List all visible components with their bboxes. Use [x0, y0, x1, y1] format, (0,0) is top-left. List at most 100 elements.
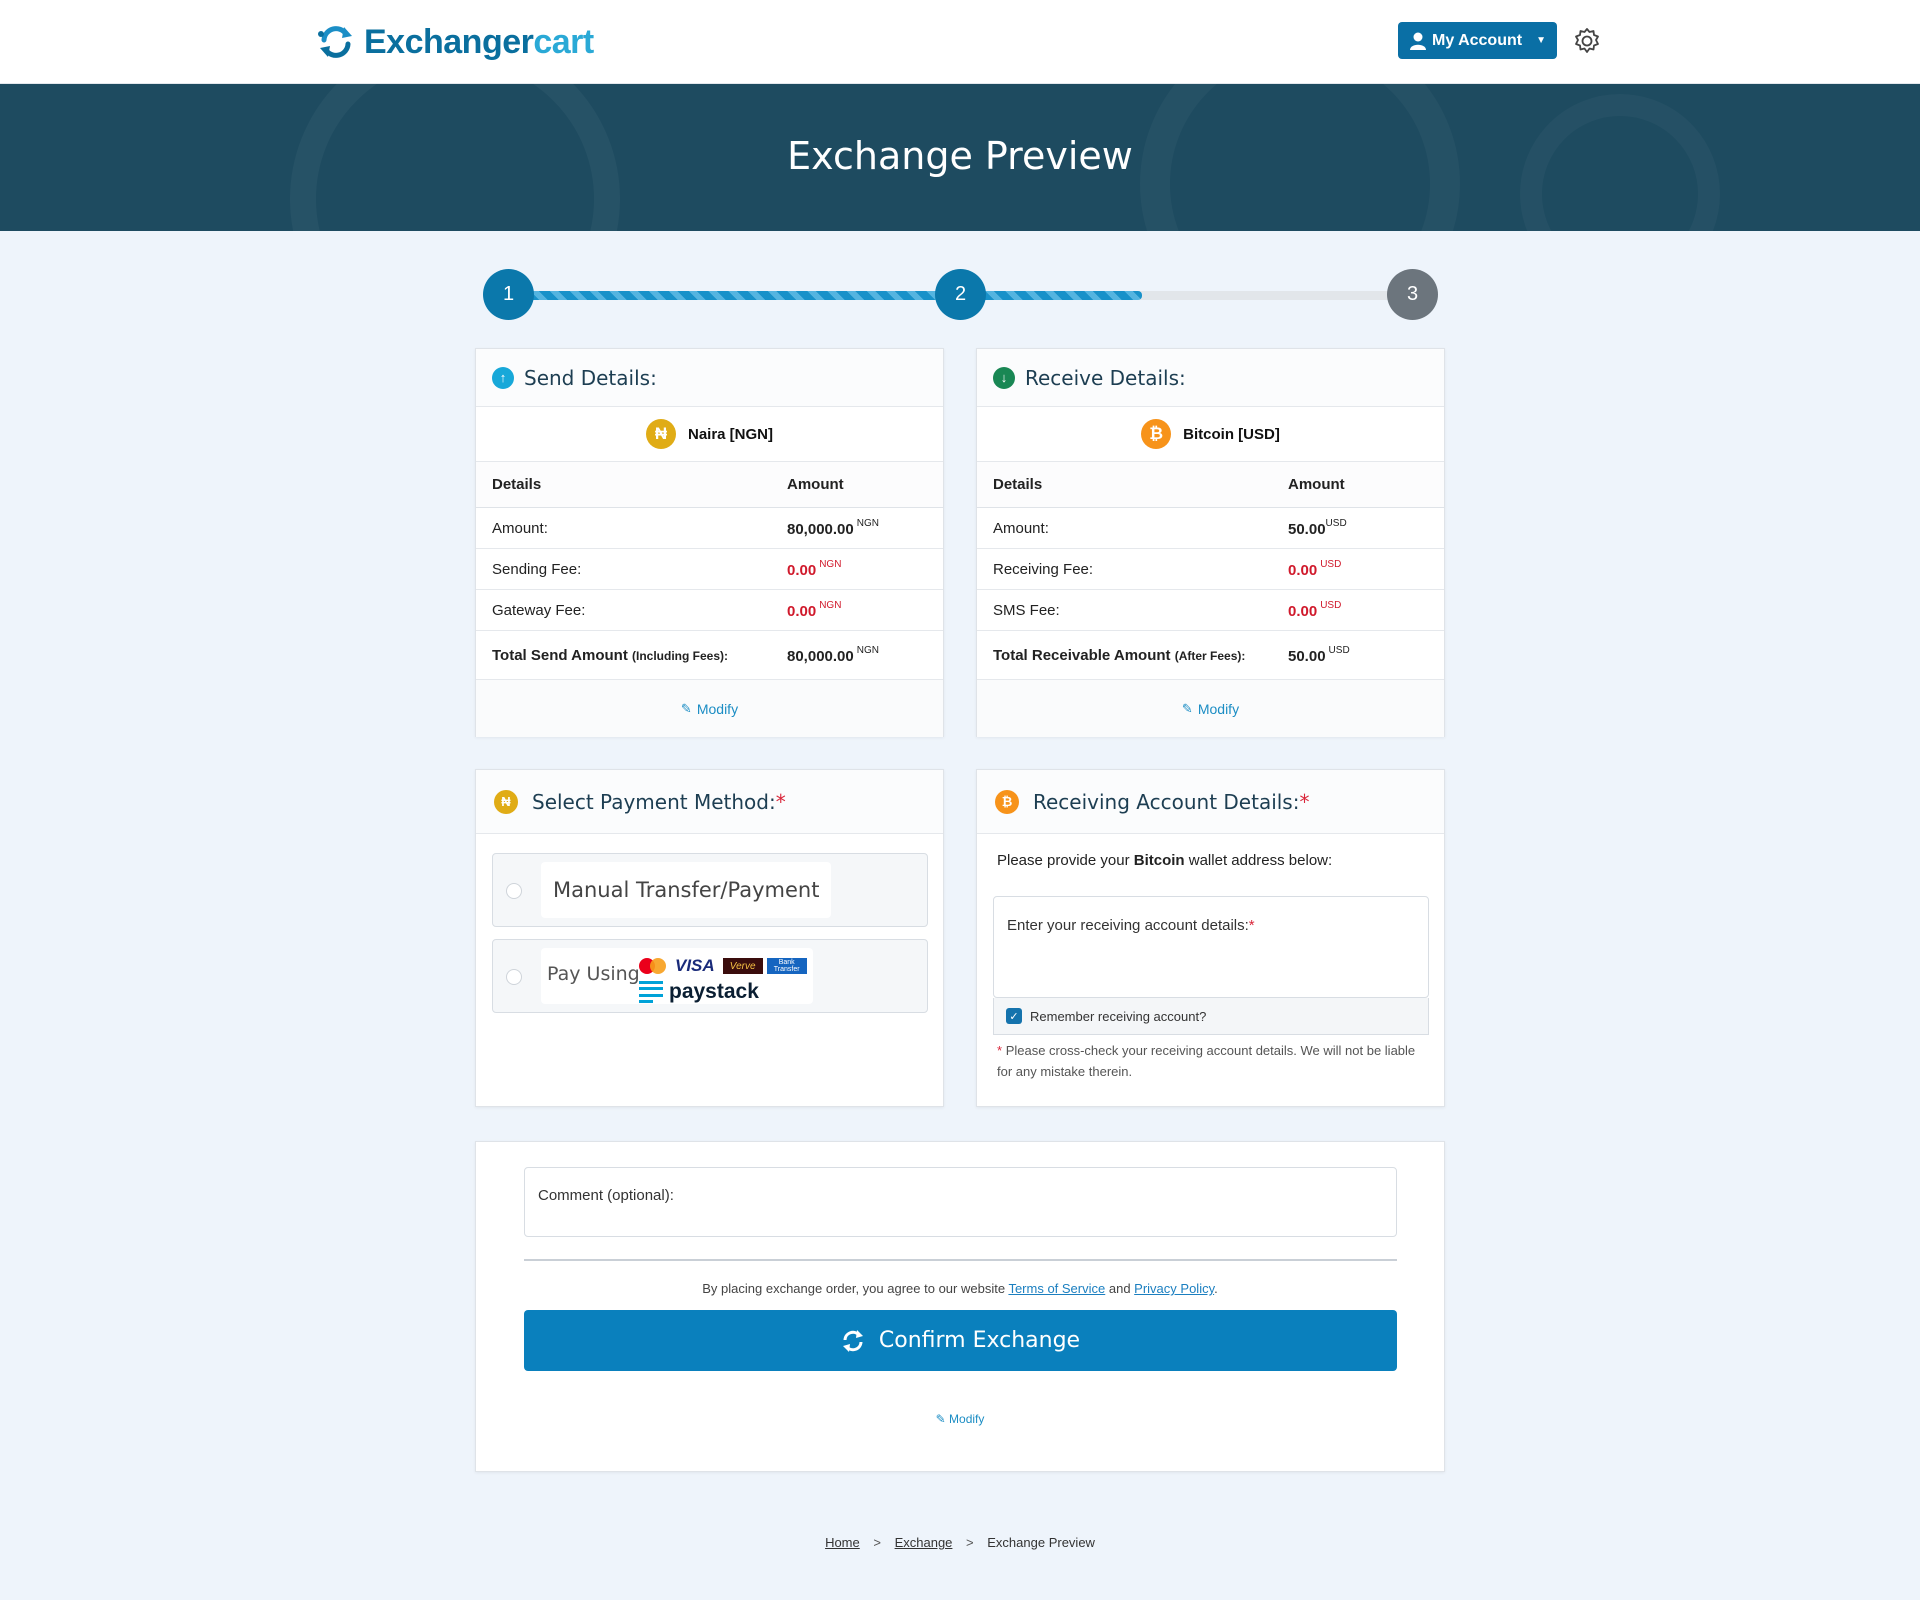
comment-textarea[interactable]: Comment (optional):	[524, 1167, 1397, 1237]
payment-option-manual[interactable]: Manual Transfer/Payment	[492, 853, 928, 927]
my-account-button[interactable]: My Account ▼	[1398, 22, 1557, 59]
total-row: Total Send Amount (Including Fees): 80,0…	[476, 631, 943, 680]
row-value: 80,000.00 NGN	[787, 518, 879, 538]
receive-details-card: ↓ Receive Details: ₿ Bitcoin [USD] Detai…	[976, 348, 1445, 737]
row-label: Amount:	[993, 519, 1049, 537]
page-banner: Exchange Preview	[0, 84, 1920, 231]
receiving-account-textarea[interactable]: Enter your receiving account details:*	[993, 896, 1429, 998]
modify-label: Modify	[949, 1412, 985, 1426]
bitcoin-coin-icon: ₿	[1141, 419, 1172, 449]
confirm-exchange-button[interactable]: Confirm Exchange	[524, 1310, 1397, 1371]
bitcoin-coin-icon: ₿	[995, 789, 1019, 814]
col-details: Details	[492, 476, 542, 493]
edit-icon: ✎	[680, 700, 692, 716]
send-details-card: ↑ Send Details: ₦ Naira [NGN] Details Am…	[475, 348, 944, 737]
terms-of-service-link[interactable]: Terms of Service	[1008, 1281, 1105, 1296]
manual-option-label: Manual Transfer/Payment	[541, 862, 832, 918]
modify-label: Modify	[1197, 700, 1240, 717]
naira-coin-icon: ₦	[645, 419, 676, 449]
col-amount: Amount	[787, 476, 844, 493]
table-row: Amount: 80,000.00 NGN	[476, 508, 943, 549]
send-modify-link[interactable]: ✎ Modify	[476, 680, 943, 737]
bottom-modify-link[interactable]: ✎ Modify	[476, 1412, 1444, 1426]
receiving-account-title: Receiving Account Details:*	[1033, 789, 1310, 814]
paystack-logo: paystack	[639, 980, 759, 1004]
confirm-card: Comment (optional): By placing exchange …	[475, 1141, 1445, 1472]
page-title: Exchange Preview	[787, 134, 1133, 178]
gear-icon[interactable]	[1573, 27, 1601, 55]
receiving-account-label: Enter your receiving account details:*	[1007, 917, 1255, 934]
breadcrumb-home[interactable]: Home	[825, 1535, 860, 1550]
top-navbar: Exchangercart My Account ▼	[0, 0, 1920, 84]
remember-account-row: ✓ Remember receiving account?	[993, 998, 1429, 1035]
table-row: Gateway Fee: 0.00 NGN	[476, 590, 943, 631]
progress-fill	[508, 291, 1142, 300]
row-value: 0.00 USD	[1288, 559, 1342, 579]
naira-coin-icon: ₦	[494, 789, 518, 814]
paystack-text: paystack	[669, 980, 759, 1003]
send-currency-name: Naira [NGN]	[687, 425, 773, 443]
receive-currency: ₿ Bitcoin [USD]	[977, 407, 1444, 462]
breadcrumb-separator: >	[966, 1535, 974, 1550]
receiving-account-header: ₿ Receiving Account Details:*	[977, 770, 1444, 834]
receive-currency-name: Bitcoin [USD]	[1183, 425, 1280, 443]
receiving-account-card: ₿ Receiving Account Details:* Please pro…	[976, 769, 1445, 1107]
breadcrumb: Home > Exchange > Exchange Preview	[0, 1535, 1920, 1550]
row-value: 0.00 NGN	[787, 559, 842, 579]
row-label: SMS Fee:	[993, 601, 1060, 619]
table-row: Receiving Fee: 0.00 USD	[977, 549, 1444, 590]
col-amount: Amount	[1288, 476, 1345, 493]
step-3: 3	[1387, 269, 1438, 320]
visa-logo: VISA	[675, 956, 715, 975]
row-label: Gateway Fee:	[492, 601, 586, 619]
total-value: 80,000.00 NGN	[787, 645, 879, 665]
pay-using-text: Pay Using	[547, 963, 640, 985]
breadcrumb-current: Exchange Preview	[987, 1535, 1095, 1550]
total-value: 50.00 USD	[1288, 645, 1350, 665]
caret-down-icon: ▼	[1536, 35, 1546, 46]
edit-icon: ✎	[1181, 700, 1193, 716]
row-value: 0.00 USD	[1288, 600, 1342, 620]
payment-method-card: ₦ Select Payment Method:* Manual Transfe…	[475, 769, 944, 1107]
paystack-radio[interactable]	[506, 969, 522, 985]
receive-details-header: ↓ Receive Details:	[977, 349, 1444, 407]
my-account-label: My Account	[1432, 31, 1523, 49]
receive-modify-link[interactable]: ✎ Modify	[977, 680, 1444, 737]
payment-method-title: Select Payment Method:*	[532, 789, 786, 814]
remember-account-checkbox[interactable]: ✓	[1006, 1008, 1022, 1024]
privacy-policy-link[interactable]: Privacy Policy	[1134, 1281, 1214, 1296]
row-label: Sending Fee:	[492, 560, 582, 578]
table-row: Amount: 50.00USD	[977, 508, 1444, 549]
receive-table-header: Details Amount	[977, 462, 1444, 508]
verve-logo: Verve	[722, 958, 763, 974]
send-details-header: ↑ Send Details:	[476, 349, 943, 407]
send-table-header: Details Amount	[476, 462, 943, 508]
site-logo[interactable]: Exchangercart	[316, 22, 594, 62]
card-brands: VISA Verve Bank Transfer	[639, 956, 807, 976]
divider	[524, 1259, 1397, 1261]
confirm-exchange-label: Confirm Exchange	[878, 1328, 1081, 1353]
edit-icon: ✎	[935, 1412, 946, 1426]
total-row: Total Receivable Amount (After Fees): 50…	[977, 631, 1444, 680]
paystack-icon	[639, 981, 663, 1003]
row-value: 0.00 NGN	[787, 600, 842, 620]
bank-transfer-logo: Bank Transfer	[766, 958, 807, 974]
total-label: Total Send Amount (Including Fees):	[492, 646, 728, 664]
comment-label: Comment (optional):	[538, 1187, 674, 1204]
row-value: 50.00USD	[1288, 518, 1347, 538]
receiving-note: * Please cross-check your receiving acco…	[997, 1043, 1416, 1079]
arrow-up-circle-icon: ↑	[492, 366, 514, 389]
paystack-option-label: Pay Using VISA Verve Bank Transfer payst…	[541, 948, 813, 1004]
arrow-down-circle-icon: ↓	[993, 366, 1015, 389]
row-label: Amount:	[492, 519, 548, 537]
modify-label: Modify	[696, 700, 739, 717]
payment-option-paystack[interactable]: Pay Using VISA Verve Bank Transfer payst…	[492, 939, 928, 1013]
total-label: Total Receivable Amount (After Fees):	[993, 646, 1246, 664]
manual-radio[interactable]	[506, 883, 522, 899]
breadcrumb-exchange[interactable]: Exchange	[895, 1535, 953, 1550]
refresh-icon	[842, 1329, 863, 1352]
table-row: SMS Fee: 0.00 USD	[977, 590, 1444, 631]
exchange-logo-icon	[316, 22, 356, 62]
remember-account-label: Remember receiving account?	[1030, 1008, 1207, 1024]
breadcrumb-separator: >	[873, 1535, 881, 1550]
